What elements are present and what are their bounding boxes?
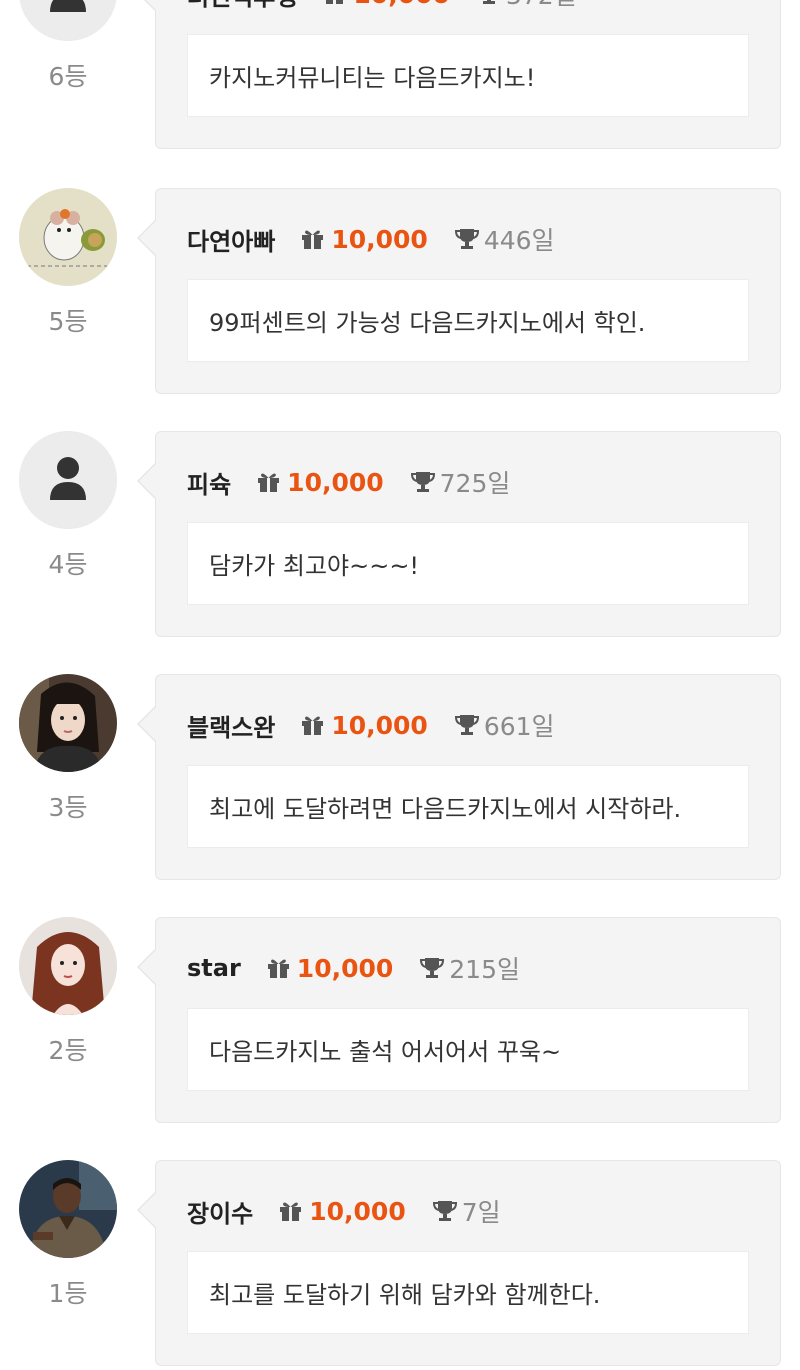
nickname[interactable]: 블랙스완 — [187, 708, 275, 743]
gift-icon — [258, 473, 280, 492]
comment-meta: 다연아빠 10,000 446일 — [187, 221, 555, 257]
attendance-days: 725일 — [439, 469, 511, 498]
rank-label: 3등 — [48, 793, 88, 822]
comment-text: 다음드카지노 출석 어서어서 꾸욱~ — [187, 1008, 749, 1091]
ranking-entry: 2등 star 10,000 215일 다음드카지노 출석 어서어서 꾸욱~ — [0, 917, 800, 1123]
comment-meta: 블랙스완 10,000 661일 — [187, 707, 555, 743]
comment-text: 99퍼센트의 가능성 다음드카지노에서 학인. — [187, 279, 749, 362]
trophy-icon — [420, 958, 445, 978]
comment-card: 피슉 10,000 725일 담카가 최고야~~~! — [137, 431, 781, 637]
attendance-days: 446일 — [483, 226, 555, 255]
comment-card: 러닌덕후생 10,000 372일 카지노커뮤니티는 다음드카지노! — [137, 0, 781, 149]
trophy-icon — [410, 472, 435, 492]
comment-text: 카지노커뮤니티는 다음드카지노! — [187, 34, 749, 117]
comment-meta: star 10,000 215일 — [187, 950, 520, 986]
comment-card: 장이수 10,000 7일 최고를 도달하기 위해 담카와 함께한다. — [137, 1160, 781, 1366]
gift-icon — [267, 959, 289, 978]
trophy-icon — [482, 0, 495, 4]
comment-card: 블랙스완 10,000 661일 최고에 도달하려면 다음드카지노에서 시작하라… — [137, 674, 781, 880]
gift-icon — [302, 716, 324, 735]
user-avatar[interactable] — [19, 674, 117, 772]
attendance-days: 215일 — [449, 955, 520, 984]
gift-icon — [280, 1202, 302, 1221]
points-value: 10,000 — [287, 467, 384, 497]
hamster-avatar-icon — [19, 188, 117, 286]
points-value: 10,000 — [296, 953, 394, 983]
comment-text: 담카가 최고야~~~! — [187, 522, 749, 605]
nickname[interactable]: star — [187, 954, 241, 982]
woman-dark-avatar-icon — [19, 674, 117, 772]
attendance-days: 372일 — [506, 0, 577, 12]
trophy-icon — [454, 715, 479, 735]
rank-label: 1등 — [48, 1279, 88, 1308]
rank-label: 2등 — [48, 1036, 88, 1065]
woman-red-avatar-icon — [19, 917, 117, 1015]
nickname[interactable]: 장이수 — [187, 1194, 253, 1229]
points-value: 10,000 — [309, 1196, 406, 1226]
ranking-entry: 5등 다연아빠 10,000 446일 99퍼센트의 가능성 다음드카지노에서 … — [0, 188, 800, 394]
user-avatar[interactable] — [19, 1160, 117, 1258]
user-avatar[interactable] — [19, 431, 117, 529]
comment-card: star 10,000 215일 다음드카지노 출석 어서어서 꾸욱~ — [137, 917, 781, 1123]
attendance-ranking-list: 6등 러닌덕후생 10,000 372일 — [0, 0, 800, 1370]
ranking-entry: 1등 장이수 10,000 7일 최고를 도달하기 위해 담카와 함께한다. — [0, 1160, 800, 1366]
trophy-icon — [432, 1201, 457, 1221]
default-avatar-icon — [19, 0, 117, 41]
nickname[interactable]: 피슉 — [187, 465, 231, 500]
gift-icon — [302, 230, 324, 249]
user-avatar[interactable] — [19, 188, 117, 286]
comment-text: 최고에 도달하려면 다음드카지노에서 시작하라. — [187, 765, 749, 848]
points-value: 10,000 — [331, 710, 428, 740]
points-value: 10,000 — [331, 224, 428, 254]
user-avatar[interactable] — [19, 917, 117, 1015]
gift-icon — [326, 0, 344, 4]
points-value: 10,000 — [353, 0, 449, 9]
rank-label: 5등 — [48, 307, 88, 336]
comment-meta: 러닌덕후생 10,000 372일 — [187, 0, 577, 12]
default-avatar-icon — [19, 431, 117, 529]
attendance-days: 7일 — [461, 1198, 501, 1227]
attendance-days: 661일 — [483, 712, 555, 741]
nickname[interactable]: 다연아빠 — [187, 222, 275, 257]
comment-meta: 피슉 10,000 725일 — [187, 464, 510, 500]
man-avatar-icon — [19, 1160, 117, 1258]
comment-text: 최고를 도달하기 위해 담카와 함께한다. — [187, 1251, 749, 1334]
rank-label: 4등 — [48, 550, 88, 579]
comment-card: 다연아빠 10,000 446일 99퍼센트의 가능성 다음드카지노에서 학인. — [137, 188, 781, 394]
user-avatar[interactable] — [19, 0, 117, 41]
ranking-entry: 6등 러닌덕후생 10,000 372일 — [0, 0, 800, 149]
trophy-icon — [454, 229, 479, 249]
ranking-entry: 4등 피슉 10,000 725일 담카가 최고야~~~! — [0, 431, 800, 637]
rank-label: 6등 — [48, 62, 88, 91]
comment-meta: 장이수 10,000 7일 — [187, 1193, 501, 1229]
nickname[interactable]: 러닌덕후생 — [187, 0, 297, 12]
ranking-entry: 3등 블랙스완 10,000 661일 최고에 도달하려면 다음드카지노에서 시… — [0, 674, 800, 880]
